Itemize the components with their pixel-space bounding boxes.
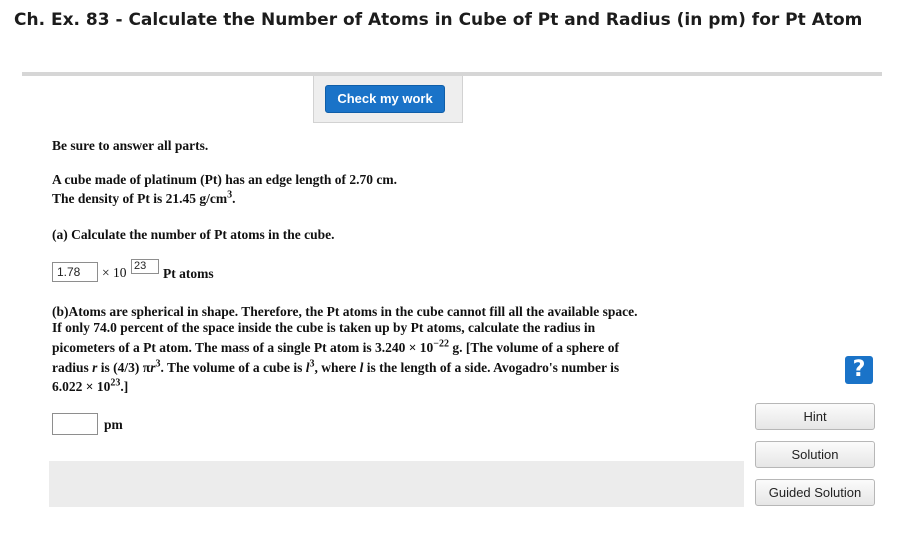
part-b-line4-a: radius	[52, 360, 93, 375]
part-b-unit: pm	[104, 417, 123, 432]
part-b-line3: picometers of a Pt atom. The mass of a s…	[52, 338, 619, 357]
part-b-avogadro-text: 6.022 × 10	[52, 379, 111, 394]
question-mark-icon[interactable]: ?	[845, 356, 873, 384]
part-b-mass-exponent: −22	[433, 338, 449, 350]
question-intro-line1: A cube made of platinum (Pt) has an edge…	[52, 172, 397, 187]
part-b-line4-d: , where	[314, 360, 360, 375]
part-a-exponent-input[interactable]: 23	[131, 259, 159, 274]
part-b-line4: radius r is (4/3) πr3. The volume of a c…	[52, 358, 619, 377]
intro-density-period: .	[232, 191, 236, 206]
guided-solution-button[interactable]: Guided Solution	[755, 479, 875, 506]
part-b-avogadro-exponent: 23	[110, 377, 121, 389]
check-work-panel: Check my work	[313, 76, 463, 123]
intro-density-text: The density of Pt is 21.45 g/cm	[52, 191, 228, 206]
part-a-times-ten: × 10	[102, 265, 127, 280]
part-a-unit: Pt atoms	[163, 266, 214, 281]
part-b-line3-suffix: g. [The volume of a sphere of	[448, 340, 619, 355]
part-b-line5: 6.022 × 1023.]	[52, 377, 128, 396]
part-b-line5-suffix: .]	[120, 379, 129, 394]
part-b-line3-text: picometers of a Pt atom. The mass of a s…	[52, 340, 434, 355]
part-b-line4-b: is (4/3) π	[97, 360, 151, 375]
question-intro-line2: The density of Pt is 21.45 g/cm3.	[52, 189, 236, 208]
part-b-radius-input[interactable]	[52, 413, 98, 435]
check-my-work-button[interactable]: Check my work	[325, 85, 445, 113]
instruction-text: Be sure to answer all parts.	[52, 138, 209, 153]
page-title: Ch. Ex. 83 - Calculate the Number of Ato…	[14, 10, 863, 30]
solution-button[interactable]: Solution	[755, 441, 875, 468]
part-b-line4-e: is the length of a side. Avogadro's numb…	[363, 360, 620, 375]
part-b-line2: If only 74.0 percent of the space inside…	[52, 320, 596, 335]
hint-button[interactable]: Hint	[755, 403, 875, 430]
part-b-line4-c: . The volume of a cube is	[160, 360, 306, 375]
part-a-coefficient-input[interactable]: 1.78	[52, 262, 98, 282]
part-a-question: (a) Calculate the number of Pt atoms in …	[52, 227, 335, 242]
feedback-panel	[49, 461, 744, 507]
